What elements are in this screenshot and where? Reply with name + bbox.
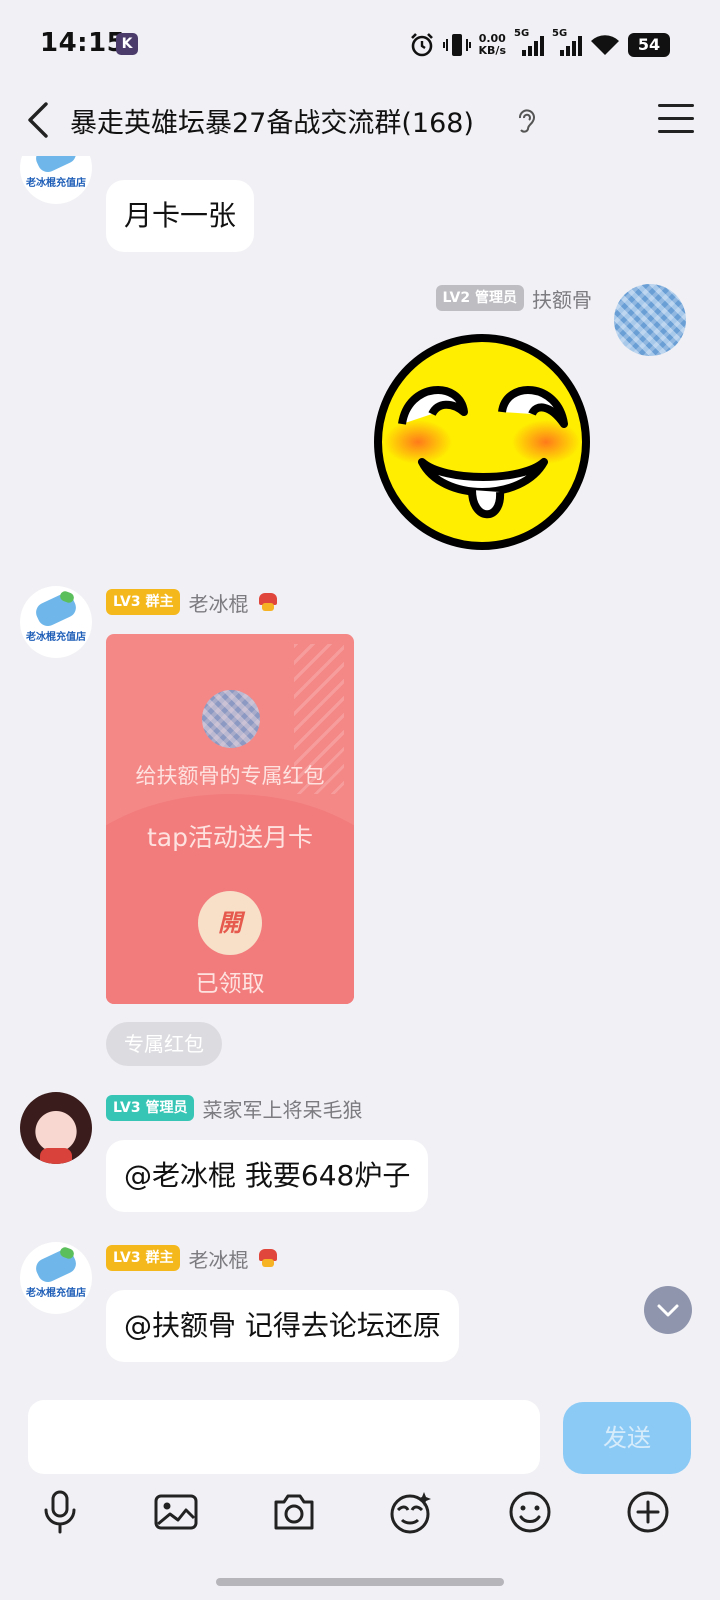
sender-name[interactable]: 老冰棍 — [188, 588, 248, 617]
menu-icon — [658, 104, 694, 107]
camera-icon[interactable] — [270, 1488, 318, 1536]
home-indicator[interactable] — [216, 1578, 504, 1586]
packet-status: 已领取 — [195, 971, 265, 997]
image-icon[interactable] — [152, 1488, 200, 1536]
packet-type-tag: 专属红包 — [106, 1022, 222, 1066]
back-button[interactable] — [20, 98, 60, 142]
recipient-avatar — [202, 690, 260, 748]
signal-icon-sim2: 5G — [552, 28, 582, 56]
network-speed-unit: KB/s — [478, 44, 506, 57]
crown-icon — [256, 591, 280, 613]
level-badge: LV3 群主 — [106, 589, 181, 615]
message-bubble[interactable]: @扶额骨 记得去论坛还原 — [106, 1290, 459, 1362]
menu-button[interactable] — [658, 104, 694, 136]
avatar[interactable]: 老冰棍充值店 — [20, 1242, 92, 1314]
message-list[interactable]: 老冰棍充值店 月卡一张 LV2 管理员 扶额骨 老冰棍充值店 LV3 群主 老冰… — [0, 156, 720, 1388]
app-notification-icon: K — [116, 33, 138, 55]
send-button[interactable]: 发送 — [563, 1402, 691, 1474]
network-speed: 0.00 KB/s — [479, 33, 506, 57]
message-meta: LV2 管理员 扶额骨 — [435, 284, 592, 313]
sticker-icon[interactable] — [386, 1488, 434, 1536]
avatar[interactable] — [614, 284, 686, 356]
sender-name[interactable]: 菜家军上将呆毛狼 — [202, 1094, 362, 1123]
chevron-left-icon — [28, 102, 48, 138]
message-bubble[interactable]: 月卡一张 — [106, 180, 255, 252]
chat-title[interactable]: 暴走英雄坛暴27备战交流群(168) — [70, 101, 474, 140]
wifi-icon — [591, 35, 619, 55]
packet-title: 给扶额骨的专属红包 — [135, 764, 325, 788]
open-packet-button[interactable]: 開 — [198, 891, 262, 955]
signal-icon-sim1: 5G — [514, 28, 544, 56]
status-icons: 0.00 KB/s 5G 5G 54 — [409, 28, 670, 62]
sender-name[interactable]: 扶额骨 — [532, 284, 592, 313]
avatar-label: 老冰棍充值店 — [26, 632, 86, 643]
packet-message: tap活动送月卡 — [147, 823, 313, 852]
alarm-icon — [410, 33, 433, 57]
sim2-label: 5G — [552, 28, 568, 39]
message-bubble[interactable]: @老冰棍 我要648炉子 — [106, 1140, 429, 1212]
message-meta: LV3 管理员 菜家军上将呆毛狼 — [106, 1094, 362, 1122]
level-badge: LV3 群主 — [106, 1245, 181, 1271]
composer-toolbar — [0, 1488, 720, 1544]
red-packet-card[interactable]: 给扶额骨的专属红包 tap活动送月卡 開 已领取 — [106, 634, 354, 1004]
drooling-smiley-sticker[interactable] — [372, 332, 592, 552]
chevron-down-icon — [657, 1304, 679, 1317]
sender-name[interactable]: 老冰棍 — [188, 1244, 248, 1273]
avatar-label: 老冰棍充值店 — [26, 1288, 86, 1299]
avatar[interactable]: 老冰棍充值店 — [20, 586, 92, 658]
composer: 发送 — [0, 1388, 720, 1600]
status-bar: 14:15 K 0.00 KB/s 5G 5G 54 — [0, 0, 720, 90]
vibrate-icon — [442, 34, 471, 56]
ear-icon[interactable] — [514, 106, 538, 136]
message-meta: LV3 群主 老冰棍 — [106, 588, 280, 616]
sim1-label: 5G — [514, 28, 530, 39]
microphone-icon[interactable] — [36, 1488, 84, 1536]
status-time: 14:15 — [40, 28, 126, 58]
message-input[interactable] — [28, 1400, 540, 1474]
avatar[interactable] — [20, 1092, 92, 1164]
message-meta: LV3 群主 老冰棍 — [106, 1244, 280, 1272]
scroll-to-bottom-button[interactable] — [644, 1286, 692, 1334]
avatar[interactable]: 老冰棍充值店 — [20, 156, 92, 204]
plus-icon[interactable] — [624, 1488, 672, 1536]
battery-icon: 54 — [628, 33, 670, 57]
avatar-label: 老冰棍充值店 — [26, 178, 86, 189]
chat-header: 暴走英雄坛暴27备战交流群(168) — [0, 90, 720, 156]
crown-icon — [256, 1247, 280, 1269]
level-badge: LV2 管理员 — [435, 285, 524, 311]
level-badge: LV3 管理员 — [106, 1095, 195, 1121]
emoji-icon[interactable] — [506, 1488, 554, 1536]
